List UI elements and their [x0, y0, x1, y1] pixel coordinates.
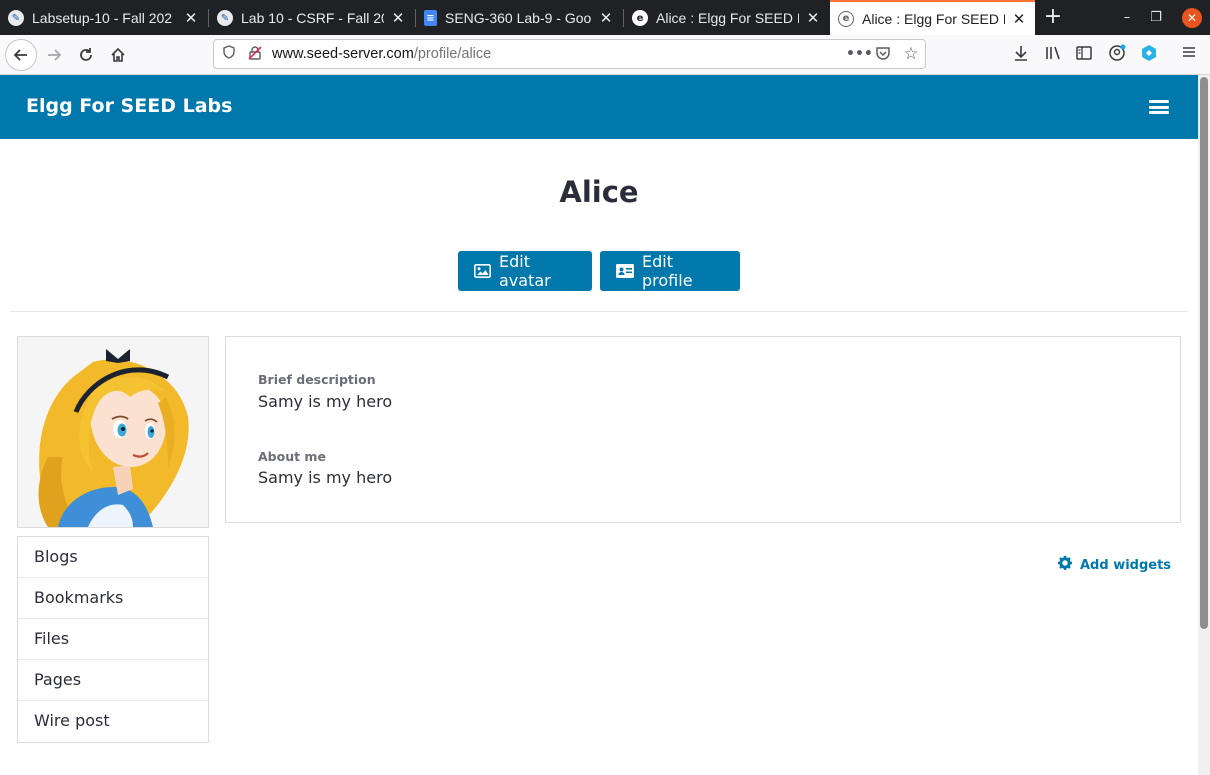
profile-name: Alice	[559, 175, 639, 209]
url-host: www.seed-server.com	[272, 46, 414, 62]
edit-profile-label: Edit profile	[642, 252, 693, 290]
divider	[10, 311, 1188, 312]
tab-title: SENG-360 Lab-9 - Goo	[445, 10, 592, 26]
tab-title: Lab 10 - CSRF - Fall 20	[241, 10, 384, 26]
tab-title: Alice : Elgg For SEED L	[862, 10, 1005, 27]
browser-tab-strip: ✎ Labsetup-10 - Fall 202 ✕ ✎ Lab 10 - CS…	[0, 0, 1210, 35]
browser-tab[interactable]: ✎ Labsetup-10 - Fall 202 ✕	[0, 1, 207, 35]
new-tab-icon[interactable]: +	[1042, 4, 1064, 30]
owner-block-menu: Blogs Bookmarks Files Pages Wire post	[17, 536, 209, 743]
elgg-favicon-icon: e	[632, 10, 648, 26]
edit-avatar-label: Edit avatar	[499, 252, 551, 290]
shield-icon[interactable]	[220, 45, 238, 63]
image-icon	[474, 264, 491, 278]
tab-close-icon[interactable]: ✕	[1011, 10, 1027, 28]
site-header: Elgg For SEED Labs	[0, 75, 1198, 139]
tab-close-icon[interactable]: ✕	[183, 9, 199, 27]
tab-close-icon[interactable]: ✕	[390, 9, 406, 27]
url-bar[interactable]: www.seed-server.com/profile/alice ••• ☆	[213, 39, 926, 69]
tab-close-icon[interactable]: ✕	[805, 9, 821, 27]
elgg-favicon-icon: e	[838, 10, 854, 27]
owner-menu-files[interactable]: Files	[18, 619, 208, 660]
owner-menu-blogs[interactable]: Blogs	[18, 537, 208, 578]
browser-tab[interactable]: e Alice : Elgg For SEED L ✕	[624, 1, 829, 35]
site-title[interactable]: Elgg For SEED Labs	[26, 95, 232, 117]
account-icon[interactable]	[1107, 44, 1127, 64]
back-button[interactable]	[5, 39, 37, 71]
id-card-icon	[616, 264, 634, 278]
browser-tab-active[interactable]: e Alice : Elgg For SEED L ✕	[830, 0, 1035, 35]
extension-icon[interactable]	[1139, 44, 1159, 64]
window-close-icon[interactable]: ✕	[1182, 8, 1202, 28]
owner-menu-bookmarks[interactable]: Bookmarks	[18, 578, 208, 619]
docs-icon: ≡	[424, 10, 437, 26]
url-text[interactable]: www.seed-server.com/profile/alice	[272, 46, 491, 62]
browser-tab[interactable]: ✎ Lab 10 - CSRF - Fall 20 ✕	[209, 1, 414, 35]
page-actions-icon[interactable]: •••	[846, 45, 873, 63]
url-path: /profile/alice	[413, 46, 492, 62]
brief-description-label: Brief description	[258, 372, 376, 387]
sidebar-icon[interactable]	[1074, 44, 1094, 64]
avatar[interactable]	[17, 336, 209, 528]
tab-favicon-icon: ✎	[8, 10, 24, 26]
tab-favicon-icon: ✎	[217, 10, 233, 26]
browser-tab[interactable]: ≡ SENG-360 Lab-9 - Goo ✕	[416, 1, 622, 35]
gear-icon	[1058, 556, 1072, 574]
insecure-lock-icon[interactable]	[246, 45, 264, 63]
restore-icon[interactable]: ❐	[1147, 9, 1165, 27]
about-me-label: About me	[258, 449, 326, 464]
minimize-icon[interactable]: –	[1118, 9, 1136, 27]
tab-title: Labsetup-10 - Fall 202	[32, 10, 173, 26]
home-icon[interactable]	[104, 41, 132, 69]
forward-button[interactable]	[40, 41, 68, 69]
page-content: Elgg For SEED Labs Alice Edit avatar Edi…	[0, 75, 1198, 775]
edit-profile-button[interactable]: Edit profile	[600, 251, 740, 291]
pocket-icon[interactable]	[874, 45, 892, 63]
menu-icon[interactable]	[1179, 44, 1199, 64]
add-widgets-label: Add widgets	[1080, 557, 1172, 573]
tab-close-icon[interactable]: ✕	[598, 9, 614, 27]
bookmark-star-icon[interactable]: ☆	[902, 45, 920, 63]
reload-icon[interactable]	[72, 41, 100, 69]
edit-avatar-button[interactable]: Edit avatar	[458, 251, 592, 291]
profile-details: Brief description Samy is my hero About …	[225, 336, 1181, 523]
hamburger-menu-icon[interactable]	[1149, 100, 1169, 114]
library-icon[interactable]	[1043, 44, 1063, 64]
scrollbar-thumb[interactable]	[1200, 77, 1208, 629]
downloads-icon[interactable]	[1011, 44, 1031, 64]
owner-menu-pages[interactable]: Pages	[18, 660, 208, 701]
tab-title: Alice : Elgg For SEED L	[656, 10, 799, 26]
add-widgets-link[interactable]: Add widgets	[1058, 556, 1171, 574]
owner-menu-wire-post[interactable]: Wire post	[18, 701, 208, 742]
about-me-value: Samy is my hero	[258, 468, 393, 487]
brief-description-value: Samy is my hero	[258, 392, 393, 411]
